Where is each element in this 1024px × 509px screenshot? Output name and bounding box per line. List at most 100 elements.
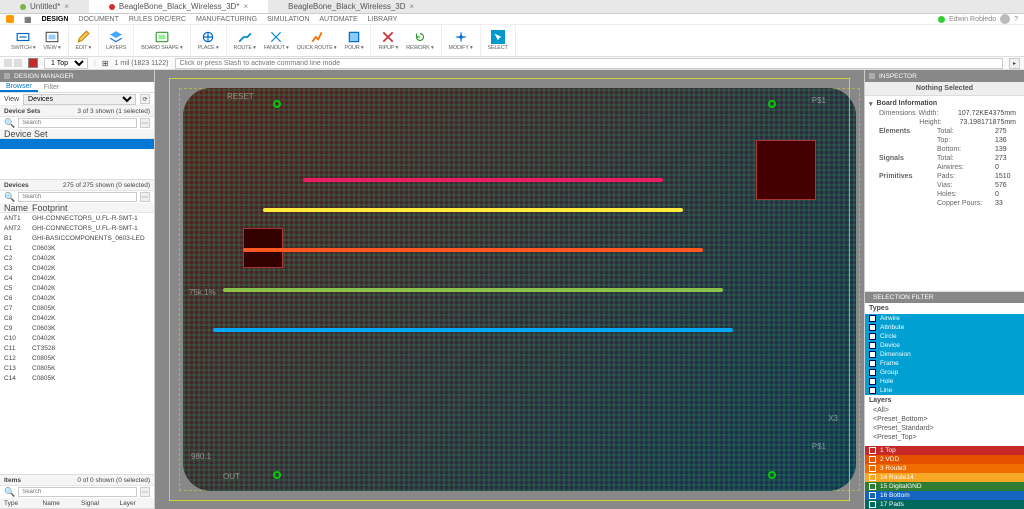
devices-search[interactable]	[18, 192, 137, 202]
device-set-row[interactable]	[0, 159, 154, 169]
options-icon[interactable]: ⋯	[140, 118, 150, 128]
device-row[interactable]: C10C0402K	[0, 333, 154, 343]
device-row[interactable]: ANT2GHI-CONNECTORS_U.FL-R-SMT-1	[0, 223, 154, 233]
checkbox-icon[interactable]	[869, 333, 876, 340]
modify-button[interactable]: MODIFY ▾	[446, 30, 476, 51]
items-col-signal[interactable]: Signal	[77, 500, 116, 507]
route-button[interactable]: ROUTE ▾	[231, 30, 259, 51]
device-row[interactable]: C11CT3528	[0, 343, 154, 353]
items-col-layer[interactable]: Layer	[116, 500, 155, 507]
select-button[interactable]: SELECT	[485, 30, 511, 51]
device-row[interactable]: C13C0805K	[0, 363, 154, 373]
type-row[interactable]: Line	[865, 386, 1024, 395]
ribbon-tab-automate[interactable]: AUTOMATE	[319, 16, 357, 23]
pour-button[interactable]: POUR ▾	[341, 30, 366, 51]
ribbon-tab-library[interactable]: LIBRARY	[368, 16, 398, 23]
items-col-type[interactable]: Type	[0, 500, 39, 507]
device-row[interactable]: C6C0402K	[0, 293, 154, 303]
layer-row[interactable]: 2 VDD	[865, 455, 1024, 464]
edit-button[interactable]: EDIT ▾	[73, 30, 95, 51]
layer-row[interactable]: 14 Route14	[865, 473, 1024, 482]
checkbox-icon[interactable]	[869, 369, 876, 376]
device-row[interactable]: ANT1GHI-CONNECTORS_U.FL-R-SMT-1	[0, 213, 154, 223]
device-row[interactable]: C9C0603K	[0, 323, 154, 333]
layer-row[interactable]: 3 Route3	[865, 464, 1024, 473]
view-select[interactable]: Devices	[23, 94, 136, 105]
devices-col-footprint[interactable]: Footprint	[28, 203, 154, 213]
options-icon[interactable]: ⋯	[140, 192, 150, 202]
device-row[interactable]: C5C0402K	[0, 283, 154, 293]
device-row[interactable]: C2C0402K	[0, 253, 154, 263]
device-row[interactable]: C4C0402K	[0, 273, 154, 283]
type-row[interactable]: Group	[865, 368, 1024, 377]
file-icon[interactable]: ▦	[24, 15, 32, 24]
user-area[interactable]: Edwin Robledo ?	[938, 14, 1018, 24]
checkbox-icon[interactable]	[869, 351, 876, 358]
device-set-row[interactable]	[0, 149, 154, 159]
device-row[interactable]: C1C0603K	[0, 243, 154, 253]
ribbon-tab-design[interactable]: DESIGN	[42, 16, 69, 23]
layer-select[interactable]: 1 Top	[44, 58, 88, 69]
fanout-button[interactable]: FANOUT ▾	[261, 30, 292, 51]
checkbox-icon[interactable]	[869, 378, 876, 385]
place-button[interactable]: PLACE ▾	[195, 30, 222, 51]
close-icon[interactable]: ×	[410, 2, 415, 11]
type-row[interactable]: Frame	[865, 359, 1024, 368]
layer-row[interactable]: 1 Top	[865, 446, 1024, 455]
help-icon[interactable]: ?	[1014, 16, 1018, 23]
device-set-col[interactable]: Device Set	[0, 129, 52, 139]
type-row[interactable]: Dimension	[865, 350, 1024, 359]
layer-swatch[interactable]	[28, 58, 38, 68]
layer-preset[interactable]: <All>	[865, 406, 1024, 415]
view-button[interactable]: VIEW ▾	[40, 30, 63, 51]
device-row[interactable]: C3C0402K	[0, 263, 154, 273]
board-shape-button[interactable]: BOARD SHAPE ▾	[138, 30, 185, 51]
layer-preset[interactable]: <Preset_Bottom>	[865, 415, 1024, 424]
command-input[interactable]	[175, 58, 1004, 69]
board-info-heading[interactable]: Board Information	[865, 98, 1024, 109]
switch-button[interactable]: SWITCH ▾	[8, 30, 38, 51]
subtab-browser[interactable]: Browser	[0, 83, 38, 92]
panel-toggle-bottom-icon[interactable]	[14, 59, 22, 67]
type-row[interactable]: Circle	[865, 332, 1024, 341]
close-icon[interactable]: ×	[243, 2, 248, 11]
layers-button[interactable]: LAYERS	[103, 30, 129, 51]
layer-row[interactable]: 16 Bottom	[865, 491, 1024, 500]
type-row[interactable]: Airwire	[865, 314, 1024, 323]
close-icon[interactable]: ×	[64, 2, 69, 11]
device-row[interactable]: C8C0402K	[0, 313, 154, 323]
ribbon-tab-manufacturing[interactable]: MANUFACTURING	[196, 16, 257, 23]
device-set-row[interactable]	[0, 139, 154, 149]
options-icon[interactable]: ⋯	[140, 487, 150, 497]
device-row[interactable]: C7C0805K	[0, 303, 154, 313]
checkbox-icon[interactable]	[869, 387, 876, 394]
checkbox-icon[interactable]	[869, 324, 876, 331]
device-sets-search[interactable]	[18, 118, 137, 128]
device-row[interactable]: C14C0805K	[0, 373, 154, 383]
ribbon-tab-rules[interactable]: RULES DRC/ERC	[129, 16, 186, 23]
items-search[interactable]	[18, 487, 137, 497]
outer-tab-1[interactable]: BeagleBone_Black_Wireless_3D* ×	[89, 0, 268, 13]
items-col-name[interactable]: Name	[39, 500, 78, 507]
pcb-canvas[interactable]: RESET OUT 980.1 75k.1% P$1 P$1 X3	[155, 70, 864, 509]
grid-icon[interactable]: ⊞	[102, 59, 109, 68]
checkbox-icon[interactable]	[869, 315, 876, 322]
checkbox-icon[interactable]	[869, 360, 876, 367]
view-refresh-icon[interactable]: ⟳	[140, 94, 150, 104]
device-row[interactable]: C12C0805K	[0, 353, 154, 363]
layer-row[interactable]: 15 DigitalGND	[865, 482, 1024, 491]
ripup-button[interactable]: RIPUP ▾	[375, 30, 401, 51]
ribbon-tab-document[interactable]: DOCUMENT	[78, 16, 118, 23]
checkbox-icon[interactable]	[869, 342, 876, 349]
device-row[interactable]: B1GHI-BASICCOMPONENTS_0603-LED	[0, 233, 154, 243]
type-row[interactable]: Device	[865, 341, 1024, 350]
devices-col-name[interactable]: Name	[0, 203, 28, 213]
panel-toggle-left-icon[interactable]	[4, 59, 12, 67]
layer-preset[interactable]: <Preset_Standard>	[865, 424, 1024, 433]
outer-tab-2[interactable]: BeagleBone_Black_Wireless_3D ×	[268, 0, 434, 13]
avatar[interactable]	[1000, 14, 1010, 24]
outer-tab-0[interactable]: Untitled* ×	[0, 0, 89, 13]
quick-route-button[interactable]: QUICK ROUTE ▾	[294, 30, 340, 51]
layer-preset[interactable]: <Preset_Top>	[865, 433, 1024, 442]
ribbon-tab-simulation[interactable]: SIMULATION	[267, 16, 309, 23]
